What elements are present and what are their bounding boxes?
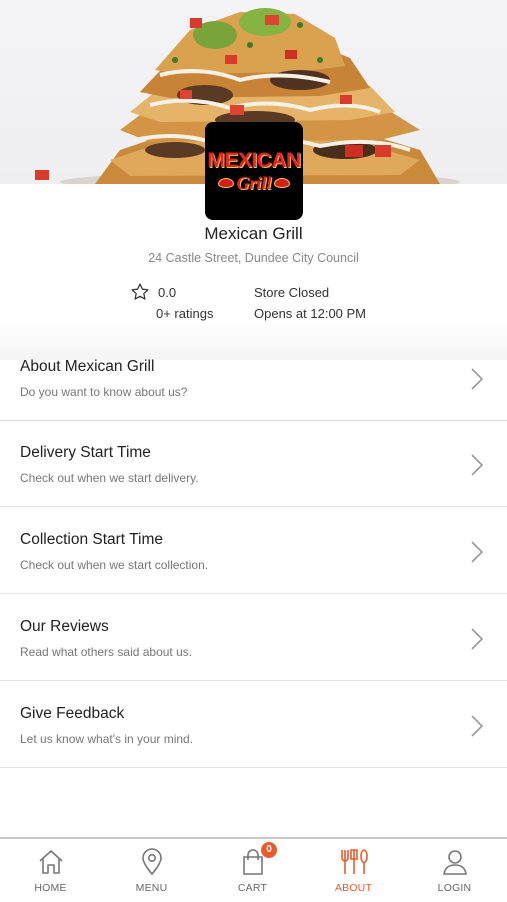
nav-about[interactable]: ABOUT: [303, 839, 404, 902]
shopping-bag-icon: [202, 847, 303, 877]
delivery-start-time-item[interactable]: Delivery Start Time Check out when we st…: [0, 421, 507, 507]
give-feedback-item[interactable]: Give Feedback Let us know what's in your…: [0, 682, 507, 768]
restaurant-logo: MEXICAN Grill: [205, 122, 303, 220]
home-icon: [0, 847, 101, 877]
nav-login[interactable]: LOGIN: [404, 839, 505, 902]
chevron-right-icon: [471, 368, 484, 390]
menu-item-title: Give Feedback: [20, 705, 125, 722]
chevron-right-icon: [471, 628, 484, 650]
store-opening-time: Opens at 12:00 PM: [254, 306, 367, 321]
nav-label: MENU: [135, 882, 168, 894]
menu-item-title: Delivery Start Time: [20, 444, 151, 461]
logo-text-bottom: Grill: [236, 172, 272, 193]
menu-item-subtitle: Do you want to know about us?: [20, 385, 188, 399]
nav-menu[interactable]: MENU: [101, 839, 202, 902]
nav-label: ABOUT: [334, 882, 373, 894]
location-pin-icon: [101, 847, 202, 877]
menu-item-title: Collection Start Time: [20, 531, 163, 548]
nav-label: HOME: [34, 882, 67, 894]
cart-count-badge: 0: [261, 842, 277, 858]
user-icon: [404, 847, 505, 877]
menu-item-title: About Mexican Grill: [20, 358, 155, 375]
restaurant-address: 24 Castle Street, Dundee City Council: [148, 251, 359, 265]
logo-text-top: MEXICAN: [207, 148, 301, 172]
nav-label: CART: [237, 882, 268, 894]
our-reviews-item[interactable]: Our Reviews Read what others said about …: [0, 595, 507, 681]
menu-item-subtitle: Check out when we start collection.: [20, 558, 209, 572]
chevron-right-icon: [471, 541, 484, 563]
rating-count: 0+ ratings: [156, 306, 214, 321]
star-icon: [130, 282, 150, 307]
bottom-navigation: HOME MENU 0 CART ABOUT LOGIN: [0, 837, 507, 902]
chevron-right-icon: [471, 715, 484, 737]
menu-item-title: Our Reviews: [20, 618, 109, 635]
logo-bottom-row: Grill: [218, 172, 290, 193]
about-restaurant-item[interactable]: About Mexican Grill Do you want to know …: [0, 335, 507, 421]
menu-item-subtitle: Read what others said about us.: [20, 645, 193, 659]
chili-left-icon: [218, 177, 235, 188]
store-status: Store Closed: [254, 285, 330, 300]
chevron-right-icon: [471, 454, 484, 476]
menu-item-subtitle: Check out when we start delivery.: [20, 471, 199, 485]
menu-item-subtitle: Let us know what's in your mind.: [20, 732, 194, 746]
nav-cart[interactable]: 0 CART: [202, 839, 303, 902]
collection-start-time-item[interactable]: Collection Start Time Check out when we …: [0, 508, 507, 594]
nav-label: LOGIN: [437, 882, 472, 894]
rating-value: 0.0: [158, 285, 177, 300]
restaurant-name: Mexican Grill: [204, 224, 303, 243]
nav-home[interactable]: HOME: [0, 839, 101, 902]
chili-right-icon: [273, 177, 290, 188]
fork-knife-icon: [303, 847, 404, 877]
